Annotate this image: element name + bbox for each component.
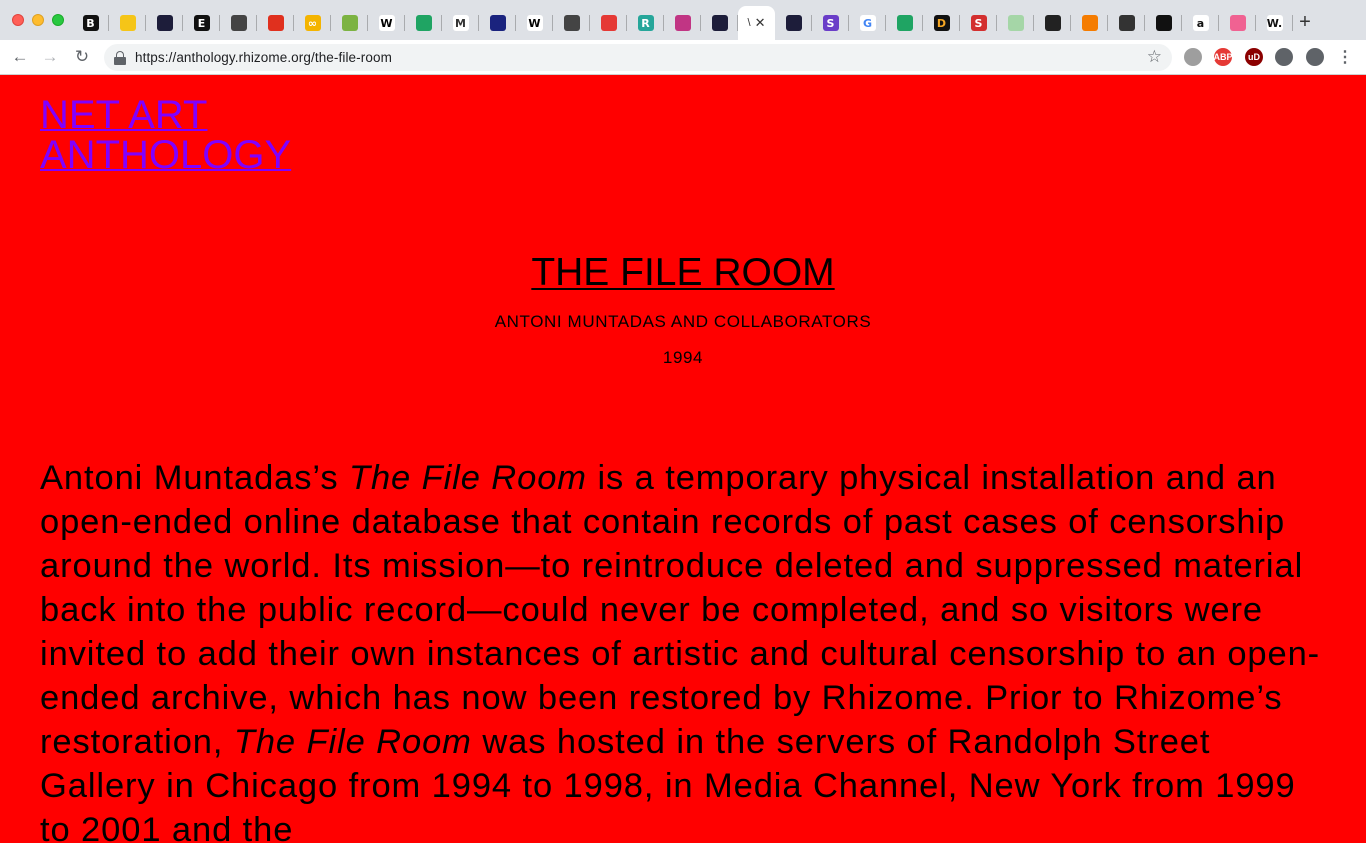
browser-tab[interactable] — [1219, 6, 1256, 40]
tab-favicon-icon — [267, 15, 284, 31]
extension-storage-icon[interactable] — [1184, 48, 1202, 66]
browser-tab[interactable] — [775, 6, 812, 40]
browser-tab[interactable] — [1145, 6, 1182, 40]
tab-favicon-icon — [600, 15, 617, 31]
artwork-artist: ANTONI MUNTADAS AND COLLABORATORS — [494, 312, 872, 331]
tab-favicon-icon: B — [82, 15, 99, 31]
extensions-puzzle-icon[interactable] — [1275, 48, 1293, 66]
browser-tab[interactable] — [1071, 6, 1108, 40]
browser-tab[interactable]: M — [442, 6, 479, 40]
tab-favicon-icon — [1229, 15, 1246, 31]
tab-favicon-icon: D — [933, 15, 950, 31]
browser-tab[interactable]: E — [183, 6, 220, 40]
back-arrow-icon[interactable]: ← — [10, 47, 30, 67]
browser-tab[interactable]: W. — [1256, 6, 1293, 40]
browser-tab[interactable]: S — [960, 6, 997, 40]
logo-line-1[interactable]: NET ART — [40, 95, 340, 135]
lock-icon[interactable] — [114, 50, 126, 65]
browser-tab[interactable] — [1034, 6, 1071, 40]
window-maximize-button[interactable] — [52, 14, 64, 26]
tab-favicon-icon — [1081, 15, 1098, 31]
tab-favicon-icon — [1044, 15, 1061, 31]
browser-tab[interactable]: R — [627, 6, 664, 40]
browser-tab[interactable]: W — [368, 6, 405, 40]
browser-tab[interactable]: D — [923, 6, 960, 40]
browser-tab[interactable] — [701, 6, 738, 40]
tab-favicon-icon — [341, 15, 358, 31]
browser-tab[interactable] — [220, 6, 257, 40]
browser-tab[interactable] — [146, 6, 183, 40]
browser-tab[interactable] — [257, 6, 294, 40]
bookmark-star-icon[interactable]: ☆ — [1147, 47, 1162, 67]
address-bar[interactable]: https://anthology.rhizome.org/the-file-r… — [104, 44, 1172, 71]
browser-tab[interactable] — [109, 6, 146, 40]
artwork-title-link[interactable]: THE FILE ROOM — [531, 251, 834, 294]
profile-avatar-icon[interactable] — [1306, 48, 1324, 66]
tab-favicon-icon: W — [378, 15, 395, 31]
browser-tab[interactable]: G — [849, 6, 886, 40]
window-close-button[interactable] — [12, 14, 24, 26]
tab-favicon-icon — [674, 15, 691, 31]
browser-tab[interactable] — [331, 6, 368, 40]
tab-favicon-icon — [1007, 15, 1024, 31]
tab-list: B E ∞ W M W R \ ✕ S G D Sa W. — [72, 6, 1293, 40]
browser-tab[interactable]: ∞ — [294, 6, 331, 40]
tab-close-icon[interactable]: ✕ — [755, 15, 766, 31]
tab-favicon-icon — [156, 15, 173, 31]
tab-favicon-icon: W. — [1266, 15, 1283, 31]
essay-text: is a temporary physical installation and… — [40, 459, 1321, 761]
tab-favicon-icon — [563, 15, 580, 31]
tab-favicon-icon: M — [452, 15, 469, 31]
browser-tab-strip: B E ∞ W M W R \ ✕ S G D Sa W. + — [0, 0, 1366, 40]
tab-favicon-icon — [1118, 15, 1135, 31]
browser-tab[interactable] — [405, 6, 442, 40]
adblock-plus-icon[interactable]: ABP — [1214, 48, 1233, 66]
browser-tab[interactable] — [479, 6, 516, 40]
browser-tab[interactable]: a — [1182, 6, 1219, 40]
browser-tab[interactable] — [886, 6, 923, 40]
browser-tab[interactable]: W — [516, 6, 553, 40]
page-content: NET ART ANTHOLOGY THE FILE ROOM ANTONI M… — [0, 75, 1366, 843]
browser-tab[interactable] — [997, 6, 1034, 40]
address-bar-url[interactable]: https://anthology.rhizome.org/the-file-r… — [135, 50, 392, 65]
browser-tab[interactable] — [1108, 6, 1145, 40]
tab-favicon-icon — [230, 15, 247, 31]
browser-tab-active[interactable]: \ ✕ — [738, 6, 775, 40]
browser-menu-icon[interactable]: ⋮ — [1336, 48, 1354, 66]
new-tab-button[interactable]: + — [1295, 11, 1315, 33]
essay-paragraph: Antoni Muntadas’s The File Room is a tem… — [40, 456, 1330, 843]
site-logo-link[interactable]: NET ART ANTHOLOGY — [40, 95, 340, 175]
tab-favicon-icon — [489, 15, 506, 31]
browser-tab[interactable] — [553, 6, 590, 40]
tab-favicon-icon: G — [859, 15, 876, 31]
browser-tab[interactable] — [664, 6, 701, 40]
tab-favicon-icon: S — [822, 15, 839, 31]
tab-favicon-icon: E — [193, 15, 210, 31]
window-minimize-button[interactable] — [32, 14, 44, 26]
tab-favicon-icon — [1155, 15, 1172, 31]
essay-title-italic: The File Room — [233, 723, 472, 761]
tab-favicon-icon — [711, 15, 728, 31]
tab-favicon-icon: S — [970, 15, 987, 31]
artwork-year: 1994 — [662, 348, 704, 367]
logo-line-2[interactable]: ANTHOLOGY — [40, 135, 340, 175]
essay-title-italic: The File Room — [349, 459, 587, 497]
tab-favicon-icon: a — [1192, 15, 1209, 31]
tab-favicon-icon — [896, 15, 913, 31]
browser-tab[interactable] — [590, 6, 627, 40]
window-controls — [0, 0, 80, 40]
browser-tab[interactable]: S — [812, 6, 849, 40]
tab-favicon-icon — [785, 15, 802, 31]
tab-favicon-icon: R — [637, 15, 654, 31]
essay-text: Antoni Muntadas’s — [40, 459, 349, 497]
reload-icon[interactable]: ↻ — [72, 47, 92, 67]
tab-favicon-icon: W — [526, 15, 543, 31]
tab-favicon-icon — [415, 15, 432, 31]
forward-arrow-icon[interactable]: → — [40, 47, 60, 67]
tab-favicon-icon: ∞ — [304, 15, 321, 31]
active-tab-title: \ — [747, 17, 751, 29]
tab-favicon-icon — [119, 15, 136, 31]
browser-tab[interactable]: B — [72, 6, 109, 40]
ublock-origin-icon[interactable]: uD — [1245, 48, 1263, 66]
